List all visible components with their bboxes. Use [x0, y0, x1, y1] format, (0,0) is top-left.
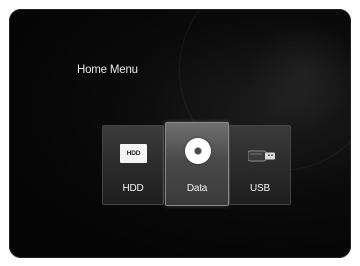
usb-icon	[248, 150, 275, 162]
page-title: Home Menu	[77, 64, 138, 76]
tv-screen: Home Menu HDD HDD Data USB	[9, 9, 351, 258]
background-glow	[249, 19, 351, 129]
menu-item-label: HDD	[122, 183, 144, 194]
menu-item-label: Data	[186, 183, 208, 194]
disc-icon	[185, 138, 211, 164]
menu-item-data[interactable]: Data	[165, 122, 229, 206]
menu-item-hdd[interactable]: HDD HDD	[102, 125, 164, 205]
menu-item-label: USB	[250, 183, 270, 194]
menu-item-usb[interactable]: USB	[229, 125, 291, 205]
hdd-icon: HDD	[120, 144, 147, 163]
